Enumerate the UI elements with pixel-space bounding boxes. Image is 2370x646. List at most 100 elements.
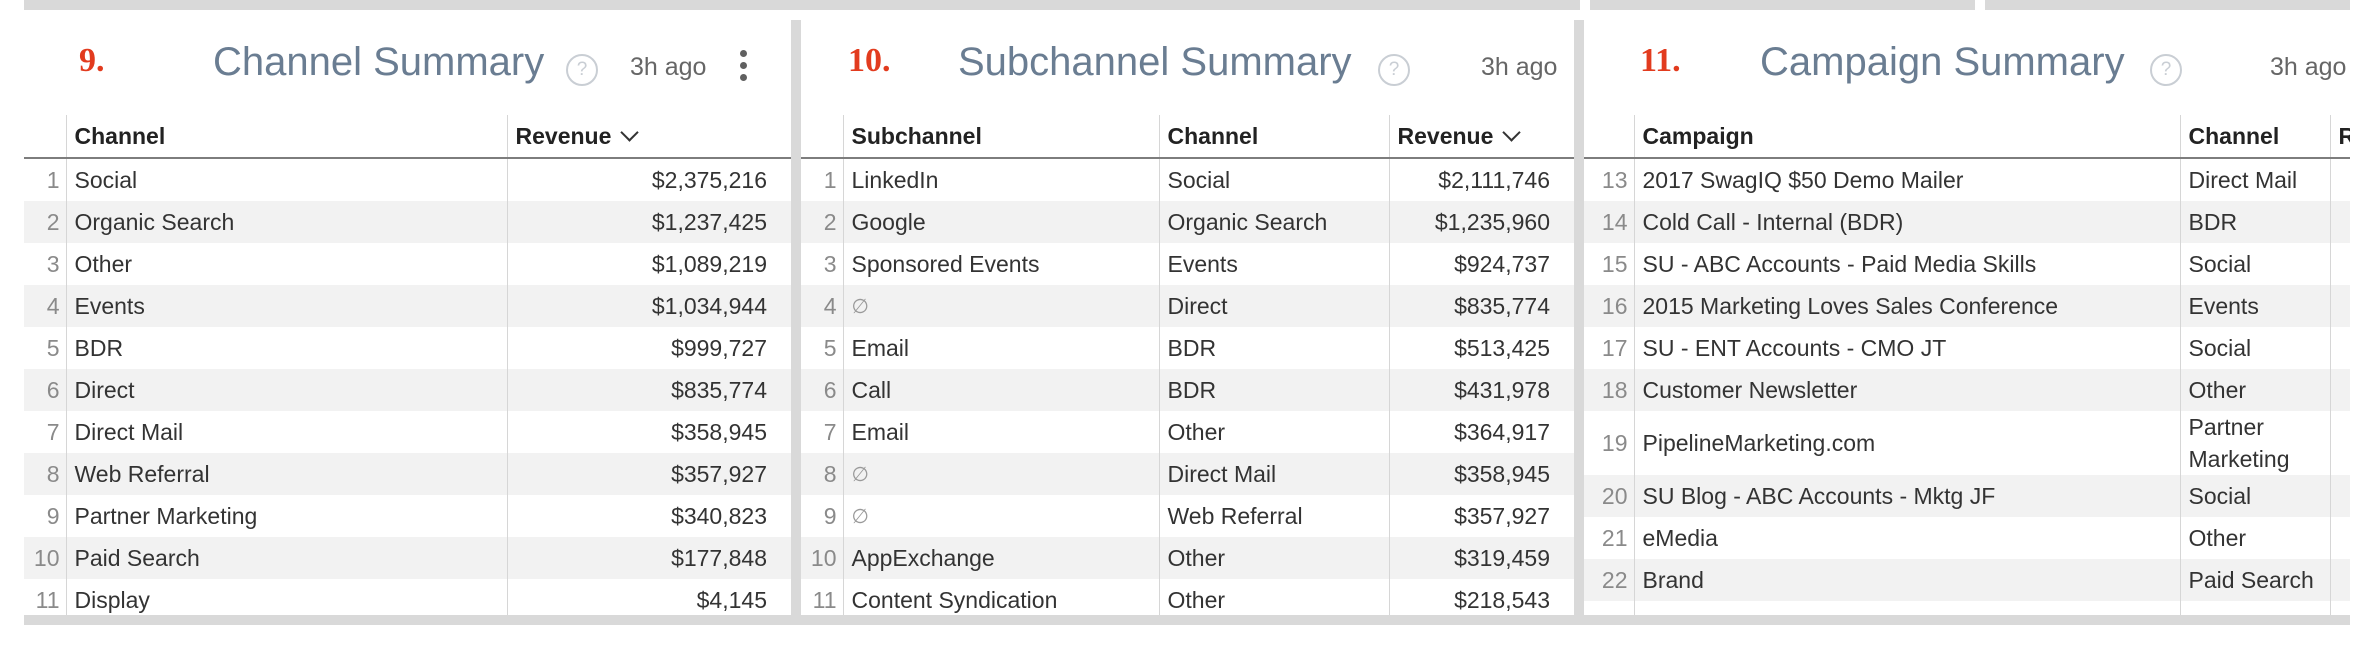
help-icon[interactable]: ? [1378,54,1410,86]
row-number: 1 [801,158,844,201]
row-number: 8 [801,453,844,495]
table-row[interactable]: 13 2017 SwagIQ $50 Demo Mailer Direct Mail [1584,158,2350,201]
channel-cell: Other [1158,579,1389,615]
row-number: 19 [1584,411,1635,475]
column-header-subchannel[interactable]: Subchannel [843,115,1159,159]
channel-cell: BDR [74,334,124,361]
campaign-cell: 2015 Marketing Loves Sales Conference [1634,285,2180,327]
table-row[interactable]: 6 Direct $835,774 [24,369,791,411]
subchannel-cell: Call [843,369,1159,411]
revenue-cell: $340,823 [506,495,791,537]
tile-number: 11. [1640,42,1681,79]
subchannel-summary-table: Subchannel Channel Revenue 1 LinkedIn Soci… [801,115,1574,615]
row-number: 15 [1584,243,1635,285]
table-row[interactable]: 3 Sponsored Events Events $924,737 [801,243,1574,285]
column-header-label: Revenue [515,122,612,149]
revenue-cell [2329,158,2350,201]
channel-cell: Paid Search [2179,559,2330,601]
table-row[interactable]: 10 Paid Search $177,848 [24,537,791,579]
column-header-revenue[interactable]: Re [2329,115,2350,159]
tile-divider [791,20,801,615]
table-row[interactable]: 8 Web Referral $357,927 [24,453,791,495]
table-row[interactable]: 20 SU Blog - ABC Accounts - Mktg JF Social [1584,475,2350,517]
channel-cell: Partner Marketing [2179,411,2330,475]
table-row[interactable]: 21 eMedia Other [1584,517,2350,559]
table-row[interactable]: 1 Social $2,375,216 [24,158,791,201]
revenue-cell: $999,727 [506,327,791,369]
table-row[interactable]: 15 SU - ABC Accounts - Paid Media Skills S… [1584,243,2350,285]
table-row[interactable]: 17 SU - ENT Accounts - CMO JT Social [1584,327,2350,369]
channel-cell: Direct Mail [74,418,184,445]
table-row[interactable]: 10 AppExchange Other $319,459 [801,537,1574,579]
table-row[interactable]: 5 BDR $999,727 [24,327,791,369]
column-header-channel[interactable]: Channel [2179,115,2330,159]
table-row[interactable]: 19 PipelineMarketing.com Partner Marketing [1584,411,2350,475]
table-row[interactable]: 7 Email Other $364,917 [801,411,1574,453]
top-frame [24,0,2350,20]
table-row[interactable] [1584,601,2350,615]
subchannel-cell: ∅ [843,285,1159,327]
channel-cell: Direct [66,369,507,411]
revenue-cell: $177,848 [506,537,791,579]
column-header-channel[interactable]: Channel [1158,115,1389,159]
row-number: 18 [1584,369,1635,411]
table-header-row: Channel Revenue [24,115,791,159]
revenue-cell: $357,927 [1388,495,1574,537]
table-row[interactable]: 18 Customer Newsletter Other [1584,369,2350,411]
channel-cell: Other [1158,537,1389,579]
channel-cell: Direct [1158,285,1389,327]
subchannel-cell: Sponsored Events [851,250,1040,277]
table-row[interactable]: 22 Brand Paid Search [1584,559,2350,601]
table-row[interactable]: 4 Events $1,034,944 [24,285,791,327]
table-row[interactable]: 4 ∅ Direct $835,774 [801,285,1574,327]
channel-cell: BDR [1158,327,1389,369]
channel-cell: Paid Search [66,537,507,579]
table-row[interactable]: 7 Direct Mail $358,945 [24,411,791,453]
help-icon[interactable]: ? [566,54,598,86]
table-row[interactable]: 16 2015 Marketing Loves Sales Conference E… [1584,285,2350,327]
more-options-icon[interactable] [737,50,749,88]
table-row[interactable]: 2 Organic Search $1,237,425 [24,201,791,243]
table-row[interactable]: 11 Display $4,145 [24,579,791,615]
table-header-row: Campaign Channel Re [1584,115,2350,159]
channel-cell: Web Referral [66,453,507,495]
table-row[interactable]: 3 Other $1,089,219 [24,243,791,285]
campaign-cell: SU - ABC Accounts - Paid Media Skills [1642,250,2037,277]
channel-cell: Organic Search [66,201,507,243]
table-row[interactable]: 5 Email BDR $513,425 [801,327,1574,369]
subchannel-cell: Google [843,201,1159,243]
top-frame-segment [1590,0,1975,10]
column-header-revenue[interactable]: Revenue [1388,115,1574,159]
row-number: 2 [801,201,844,243]
row-number: 5 [24,327,67,369]
row-number: 9 [24,495,67,537]
revenue-cell: $4,145 [506,579,791,615]
table-row[interactable]: 9 ∅ Web Referral $357,927 [801,495,1574,537]
column-header-label: Revenue [1397,122,1494,149]
column-header-revenue[interactable]: Revenue [506,115,791,159]
revenue-cell: $364,917 [1388,411,1574,453]
table-row[interactable]: 8 ∅ Direct Mail $358,945 [801,453,1574,495]
table-row[interactable]: 14 Cold Call - Internal (BDR) BDR [1584,201,2350,243]
column-header-campaign[interactable]: Campaign [1634,115,2180,159]
subchannel-cell: ∅ [851,505,869,528]
table-row[interactable]: 6 Call BDR $431,978 [801,369,1574,411]
channel-cell: Display [74,586,150,613]
help-icon[interactable]: ? [2150,54,2182,86]
revenue-cell: $1,237,425 [506,201,791,243]
table-row[interactable]: 2 Google Organic Search $1,235,960 [801,201,1574,243]
revenue-cell: $431,978 [1388,369,1574,411]
tile-number: 10. [848,42,891,79]
channel-cell: Social [74,166,138,193]
row-number: 11 [801,579,844,615]
table-row[interactable]: 1 LinkedIn Social $2,111,746 [801,158,1574,201]
table-row[interactable]: 11 Content Syndication Other $218,543 [801,579,1574,615]
column-header-channel[interactable]: Channel [66,115,507,159]
sort-descending-icon[interactable] [1502,122,1522,142]
table-row[interactable]: 9 Partner Marketing $340,823 [24,495,791,537]
row-number: 6 [801,369,844,411]
revenue-cell: $1,235,960 [1388,201,1574,243]
sort-descending-icon[interactable] [620,122,640,142]
campaign-cell: 2017 SwagIQ $50 Demo Mailer [1642,166,1964,193]
channel-cell: BDR [1158,369,1389,411]
